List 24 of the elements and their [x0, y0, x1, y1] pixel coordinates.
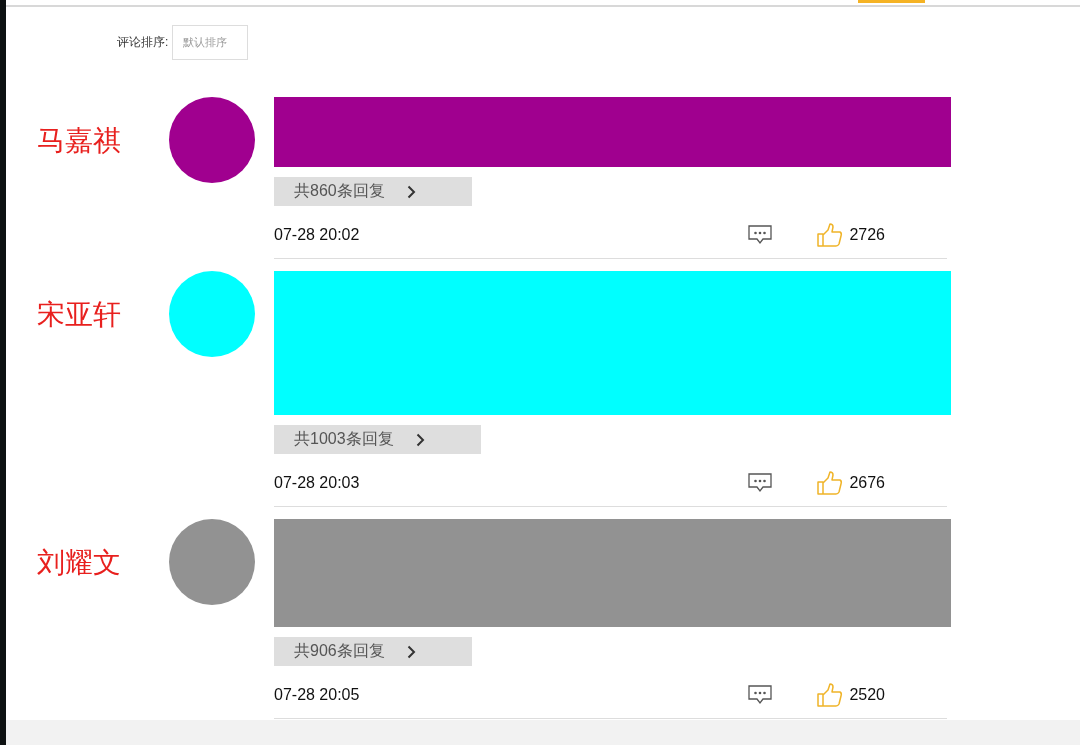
user-name: 宋亚轩 [37, 298, 121, 332]
user-name: 刘耀文 [37, 546, 121, 580]
comment-time: 07-28 20:02 [274, 226, 361, 244]
active-tab-marker [858, 0, 925, 3]
like-count: 2726 [849, 226, 885, 244]
thumbs-up-icon[interactable] [817, 470, 844, 496]
comment-time: 07-28 20:05 [274, 686, 361, 704]
comment-time: 07-28 20:03 [274, 474, 361, 492]
chevron-icon [406, 644, 416, 659]
user-name: 马嘉祺 [37, 124, 121, 158]
reply-icon[interactable] [748, 473, 773, 493]
reply-icon[interactable] [748, 225, 773, 245]
reply-icon[interactable] [748, 685, 773, 705]
thumbs-up-icon[interactable] [817, 682, 844, 708]
like-count: 2676 [849, 474, 885, 492]
chevron-icon [406, 184, 416, 199]
replies-button[interactable]: 共906条回复 [274, 637, 472, 666]
sort-select[interactable]: 默认排序 [172, 25, 249, 60]
replies-button[interactable]: 共1003条回复 [274, 425, 481, 454]
chevron-icon [415, 432, 425, 447]
thumbs-up-icon[interactable] [817, 222, 844, 248]
sort-label: 评论排序: [117, 34, 169, 51]
like-count: 2520 [849, 686, 885, 704]
replies-button[interactable]: 共860条回复 [274, 177, 472, 206]
